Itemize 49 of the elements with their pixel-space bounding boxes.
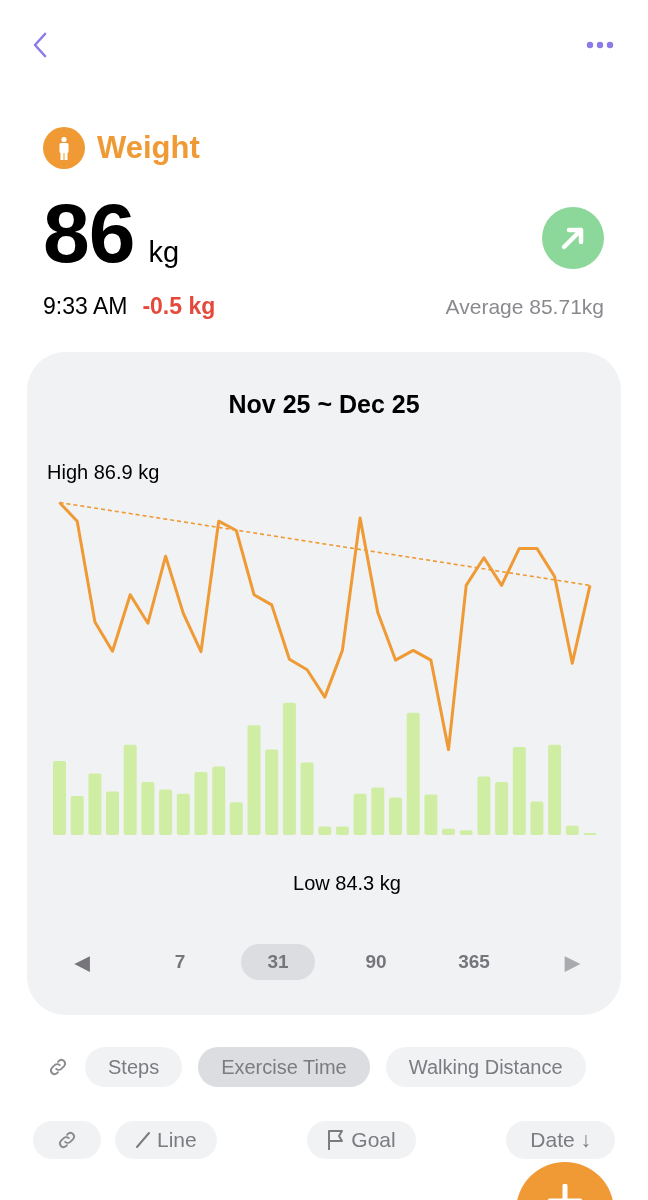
bar xyxy=(70,796,84,835)
bar xyxy=(106,791,119,835)
more-button[interactable] xyxy=(586,41,614,49)
bar xyxy=(371,787,385,835)
link-icon xyxy=(56,1129,78,1151)
bar xyxy=(176,793,190,835)
bar xyxy=(194,772,208,835)
link-icon xyxy=(47,1056,69,1078)
bar xyxy=(389,797,402,835)
bar xyxy=(530,801,544,835)
period-tab[interactable]: 365 xyxy=(432,944,516,980)
flag-icon xyxy=(327,1129,346,1151)
goal-button[interactable]: Goal xyxy=(307,1121,416,1159)
weight-value: 86 xyxy=(43,191,135,275)
period-tab[interactable]: 90 xyxy=(339,944,413,980)
date-range-title: Nov 25 ~ Dec 25 xyxy=(227,389,421,419)
period-tab[interactable]: 31 xyxy=(241,944,315,980)
period-tab[interactable]: 7 xyxy=(148,944,212,980)
bar xyxy=(459,830,473,835)
bar xyxy=(88,773,102,835)
average-label: Average 85.71kg xyxy=(445,294,604,319)
bar xyxy=(159,789,173,835)
metric-chip[interactable]: Walking Distance xyxy=(385,1047,586,1087)
sort-button[interactable]: Date ↓ xyxy=(506,1121,615,1159)
line-button[interactable]: Line xyxy=(115,1121,217,1159)
bar xyxy=(335,826,349,835)
previous-button[interactable]: ◀ xyxy=(64,944,100,980)
bar xyxy=(442,828,455,835)
metric-chip[interactable]: Steps xyxy=(85,1047,183,1087)
bar xyxy=(477,776,491,835)
bar xyxy=(229,802,243,835)
bar xyxy=(212,766,226,835)
back-button[interactable] xyxy=(32,32,48,58)
person-icon xyxy=(43,127,85,169)
time-label: 9:33 AM xyxy=(43,293,128,320)
bar xyxy=(353,793,367,835)
low-label: Low 84.3 kg xyxy=(292,871,402,895)
bar xyxy=(424,794,438,835)
change-value: -0.5 kg xyxy=(142,293,216,320)
slash-icon xyxy=(135,1131,151,1149)
metric-title: Weight xyxy=(97,130,200,166)
high-label: High 86.9 kg xyxy=(47,460,161,484)
bar xyxy=(565,825,579,835)
bar xyxy=(495,782,509,835)
metric-chip[interactable]: Exercise Time xyxy=(198,1047,370,1087)
bar xyxy=(318,826,332,835)
link-button[interactable] xyxy=(33,1121,101,1159)
unit-label: kg xyxy=(148,236,180,269)
bar xyxy=(141,782,155,835)
